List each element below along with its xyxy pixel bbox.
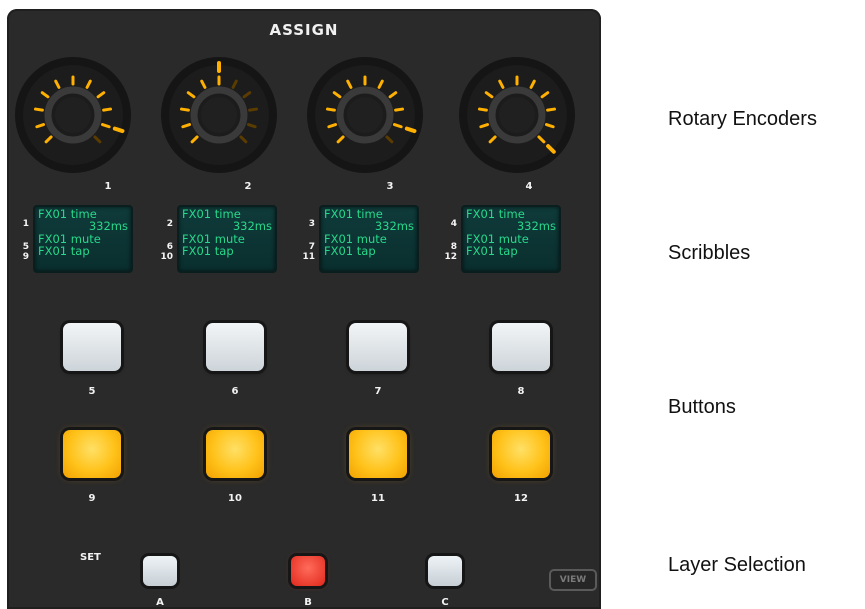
layer-button-c[interactable]: [428, 556, 462, 586]
assign-button-12[interactable]: [492, 430, 550, 478]
encoder-led-segment: [546, 107, 557, 112]
encoder-led-segment: [100, 123, 111, 129]
assign-button-6[interactable]: [206, 323, 264, 371]
button-number-11: 11: [371, 493, 385, 504]
encoder-number-1: 1: [104, 181, 112, 192]
scribble-display: FX01 time 332ms FX01 mute FX01 tap: [319, 205, 419, 273]
encoder-led-segment: [33, 107, 44, 112]
button-number-12: 12: [514, 493, 528, 504]
encoder-pointer: [404, 126, 417, 134]
scribble-index: 3: [308, 219, 315, 229]
encoder-pointer: [112, 126, 125, 134]
label-scribbles: Scribbles: [668, 242, 751, 264]
encoder-1-dial: [15, 57, 131, 173]
encoder-led-segment: [181, 123, 192, 129]
layer-button-a[interactable]: [143, 556, 177, 586]
encoder-led-segment: [325, 107, 336, 112]
scribble-index: 5: [22, 242, 29, 252]
scribble-display: FX01 time 332ms FX01 mute FX01 tap: [177, 205, 277, 273]
scribble-index: 9: [22, 252, 29, 262]
button-number-9: 9: [88, 493, 96, 504]
scribble-strip-1: 1 5 9 FX01 time 332ms FX01 mute FX01 tap: [11, 205, 151, 275]
encoder-led-segment: [479, 123, 490, 129]
encoder-led-segment: [248, 107, 259, 112]
scribble-index: 11: [302, 252, 315, 262]
scribble-strip-4: 4 8 12 FX01 time 332ms FX01 mute FX01 ta…: [439, 205, 579, 275]
label-buttons: Buttons: [668, 396, 736, 418]
scribble-line: FX01 tap: [466, 244, 518, 258]
layer-letter-a: A: [156, 597, 164, 608]
encoder-led-segment: [35, 123, 46, 129]
scribble-index: 12: [444, 252, 457, 262]
scribble-line: FX01 tap: [182, 244, 234, 258]
encoder-led-segment: [327, 123, 338, 129]
scribble-display: FX01 time 332ms FX01 mute FX01 tap: [33, 205, 133, 273]
encoder-4-dial: [459, 57, 575, 173]
rotary-encoder-1[interactable]: [13, 55, 133, 175]
encoder-led-segment: [246, 123, 257, 129]
rotary-encoder-3[interactable]: [305, 55, 425, 175]
scribble-index: 6: [166, 242, 173, 252]
assign-panel: ASSIGN 1 2 3 4 1 5 9 FX01 time 332ms FX0…: [7, 9, 601, 609]
scribble-index: 7: [308, 242, 315, 252]
scribble-index: 1: [22, 219, 29, 229]
scribble-line: FX01 tap: [324, 244, 376, 258]
encoder-led-segment: [394, 107, 405, 112]
encoder-3-dial: [307, 57, 423, 173]
assign-button-9[interactable]: [63, 430, 121, 478]
scribble-index: 10: [160, 252, 173, 262]
label-layer-selection: Layer Selection: [668, 554, 806, 576]
button-number-8: 8: [517, 386, 525, 397]
label-rotary-encoders: Rotary Encoders: [668, 108, 817, 130]
encoder-led-segment: [477, 107, 488, 112]
assign-title: ASSIGN: [269, 21, 339, 39]
view-button[interactable]: VIEW: [549, 569, 597, 591]
scribble-index: 4: [450, 219, 457, 229]
button-number-10: 10: [228, 493, 242, 504]
assign-button-8[interactable]: [492, 323, 550, 371]
rotary-encoder-4[interactable]: [457, 55, 577, 175]
assign-button-10[interactable]: [206, 430, 264, 478]
scribble-strip-2: 2 6 10 FX01 time 332ms FX01 mute FX01 ta…: [155, 205, 295, 275]
encoder-number-4: 4: [525, 181, 533, 192]
encoder-led-segment: [102, 107, 113, 112]
button-number-6: 6: [231, 386, 239, 397]
encoder-led-segment: [392, 123, 403, 129]
encoder-led-segment: [179, 107, 190, 112]
layer-letter-b: B: [304, 597, 312, 608]
set-label: SET: [80, 552, 101, 563]
encoder-number-2: 2: [244, 181, 252, 192]
rotary-encoder-2[interactable]: [159, 55, 279, 175]
encoder-number-3: 3: [386, 181, 394, 192]
scribble-line: FX01 tap: [38, 244, 90, 258]
scribble-strip-3: 3 7 11 FX01 time 332ms FX01 mute FX01 ta…: [297, 205, 437, 275]
assign-button-5[interactable]: [63, 323, 121, 371]
assign-button-11[interactable]: [349, 430, 407, 478]
assign-button-7[interactable]: [349, 323, 407, 371]
encoder-2-dial: [161, 57, 277, 173]
scribble-index: 8: [450, 242, 457, 252]
button-number-7: 7: [374, 386, 382, 397]
encoder-led-segment: [544, 123, 555, 129]
scribble-index: 2: [166, 219, 173, 229]
button-number-5: 5: [88, 386, 96, 397]
layer-button-b[interactable]: [291, 556, 325, 586]
scribble-display: FX01 time 332ms FX01 mute FX01 tap: [461, 205, 561, 273]
layer-letter-c: C: [441, 597, 449, 608]
